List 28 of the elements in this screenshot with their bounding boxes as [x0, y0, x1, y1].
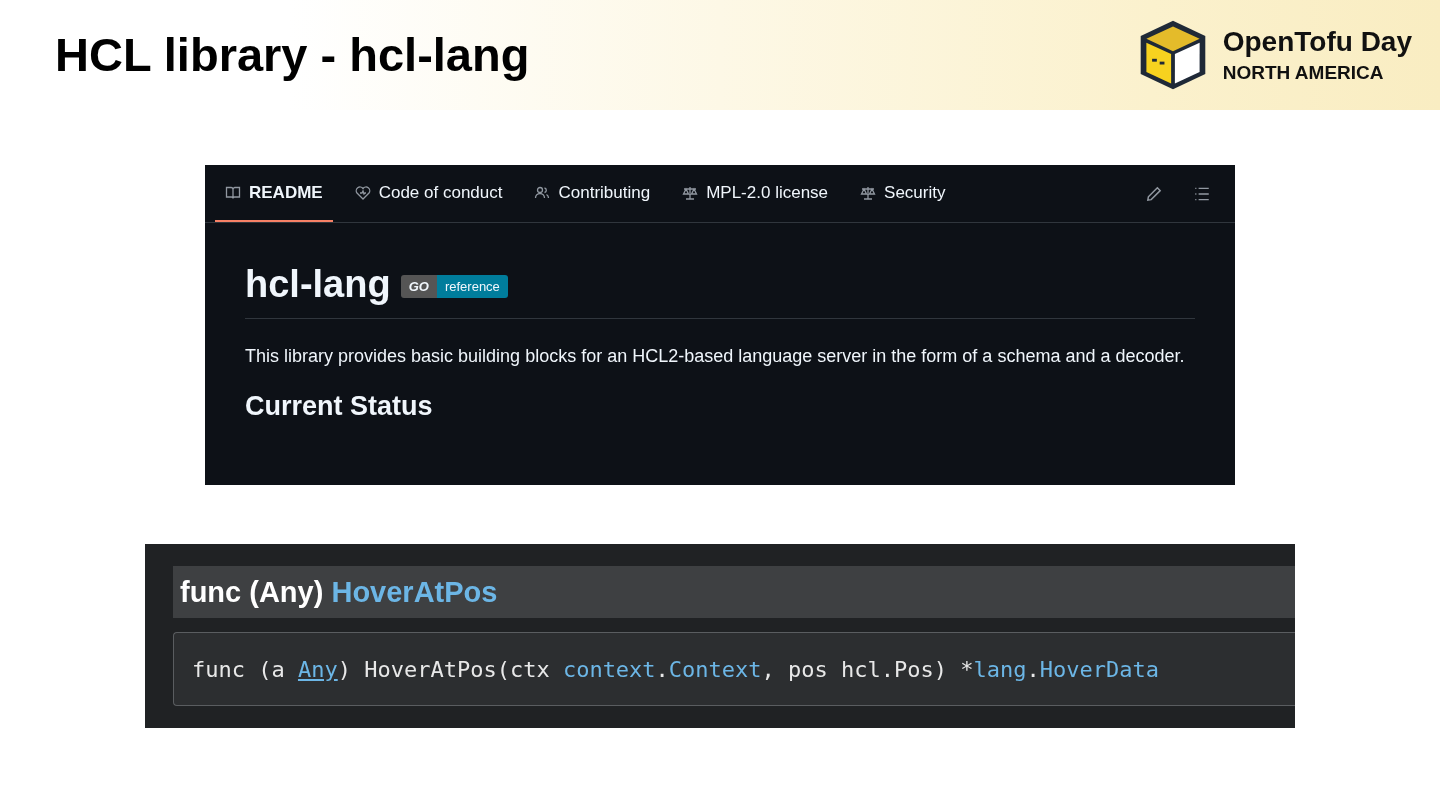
code-text: .: [655, 656, 669, 682]
readme-tab[interactable]: MPL-2.0 license: [672, 165, 839, 222]
type-name: HoverData: [1039, 656, 1159, 682]
code-text: func (a: [192, 656, 286, 682]
slide-title: HCL library - hcl-lang: [55, 26, 530, 82]
readme-heading: hcl-lang: [245, 263, 391, 306]
book-icon: [225, 184, 241, 201]
code-link[interactable]: Any: [297, 656, 338, 682]
code-text: .: [1026, 656, 1040, 682]
logo-name: OpenTofu Day: [1222, 26, 1412, 58]
heart-icon: [354, 184, 371, 201]
type-name: Context: [668, 656, 762, 682]
type-name: context: [562, 656, 656, 682]
readme-tab[interactable]: Code of conduct: [344, 165, 513, 222]
readme-tab[interactable]: Security: [850, 165, 956, 222]
people-icon: [534, 184, 551, 201]
type-name: lang: [973, 656, 1027, 682]
scale-icon: [682, 184, 699, 201]
code-text: , pos hcl.Pos) *: [761, 656, 974, 682]
readme-paragraph: This library provides basic building blocks for an HCL2-based language server in the form of a schema and a decoder.: [245, 345, 1186, 368]
scale-icon: [860, 184, 877, 201]
function-heading: func (Any) HoverAtPos: [173, 566, 1295, 618]
readme-tab[interactable]: README: [215, 165, 333, 222]
logo-region: NORTH AMERICA: [1222, 62, 1385, 84]
readme-subheading: Current Status: [245, 391, 434, 422]
code-text: ) HoverAtPos(ctx: [337, 656, 551, 682]
pencil-icon[interactable]: [1145, 184, 1163, 203]
readme-tab[interactable]: Contributing: [524, 165, 661, 222]
